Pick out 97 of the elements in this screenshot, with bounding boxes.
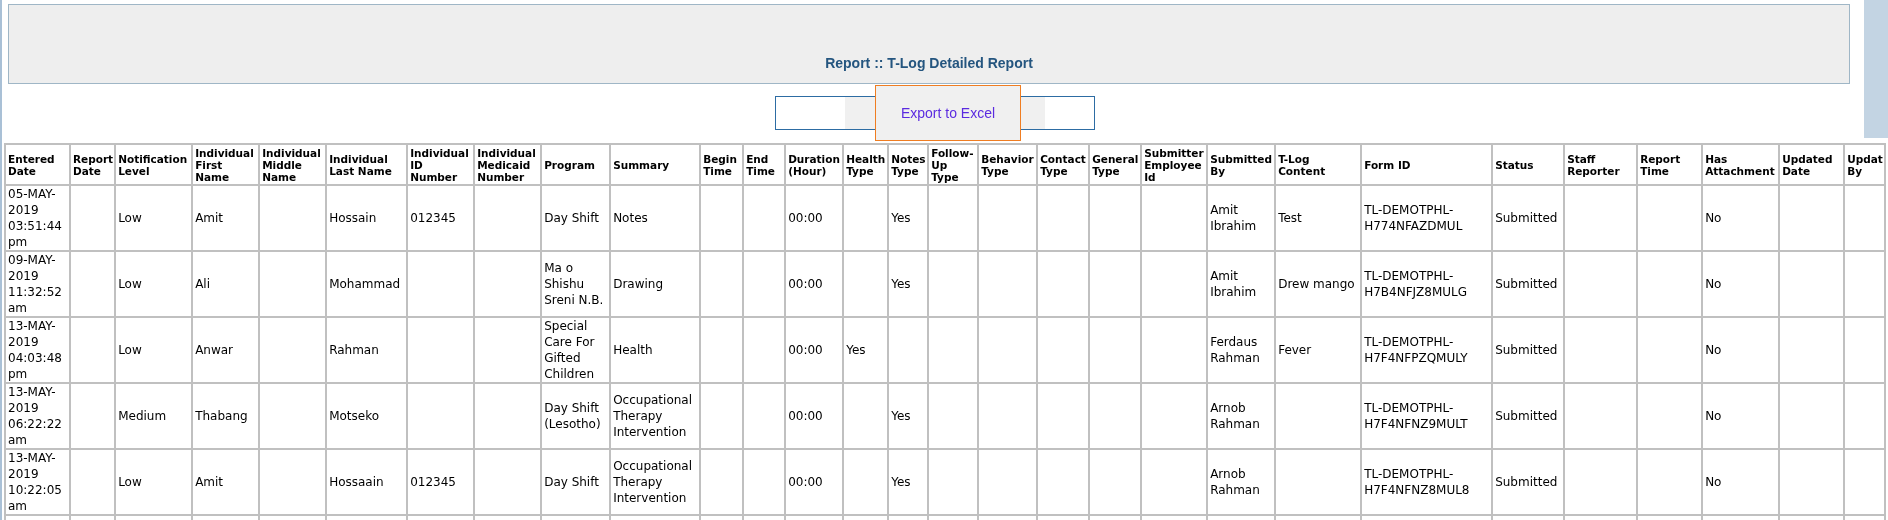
table-cell: 09-MAY-2019 11:32:52 am [8,253,62,315]
table-cell: Drew mango [1278,277,1355,291]
table-cell: Rahman [329,343,379,357]
table-cell: Medium [118,409,167,423]
report-title: Report :: T-Log Detailed Report [825,55,1033,71]
table-cell: Yes [891,475,911,489]
table-cell: Low [118,277,142,291]
table-cell: Amit [195,211,224,225]
table-cell: Submitted [1495,475,1558,489]
table-cell: 05-MAY-2019 03:51:44 pm [8,187,62,249]
table-cell: 13-MAY-2019 10:22:05 am [8,451,62,513]
column-header: Report Date [70,144,116,185]
table-cell: Motseko [329,409,380,423]
column-header: Begin Time [700,144,744,185]
scrollbar[interactable] [1864,0,1888,138]
table-cell: Special Care For Gifted Children [544,319,595,381]
table-cell: Day Shift [544,475,599,489]
table-cell: Yes [891,409,911,423]
table-cell: Low [118,343,142,357]
table-cell: Thabang [195,409,248,423]
table-cell: Occupational Therapy Intervention [613,459,693,505]
table-cell: TL-DEMOTPHL-H7F4NFPZQMULY [1364,335,1468,365]
table-cell: Test [1278,211,1302,225]
table-cell: Yes [846,343,866,357]
table-cell: Anwar [195,343,234,357]
table-cell: Submitted [1495,277,1558,291]
table-cell: No [1705,277,1722,291]
table-cell: Submitted [1495,211,1558,225]
column-header: Contact Type [1037,144,1090,185]
table-cell: No [1705,211,1722,225]
table-cell: Yes [891,211,911,225]
table-cell: Low [118,211,142,225]
table-cell: 00:00 [788,211,823,225]
table-cell: TL-DEMOTPHL-H774NFAZDMUL [1364,203,1463,233]
column-header: Updated Date [1779,144,1845,185]
table-cell: Submitted [1495,343,1558,357]
column-header: Individual Medicaid Number [474,144,542,185]
table-cell: Amit [195,475,224,489]
column-header: Report Time [1637,144,1703,185]
column-header: Health Type [843,144,889,185]
table-cell: Ferdaus Rahman [1210,335,1260,365]
column-header: End Time [743,144,786,185]
table-cell: Mohammad [329,277,401,291]
column-header: Behavior Type [978,144,1038,185]
table-cell: Hossaain [329,475,384,489]
column-header: Staff Reporter [1564,144,1638,185]
column-header: Summary [610,144,701,185]
column-header: T-Log Content [1275,144,1362,185]
export-button[interactable]: Export to Excel [875,85,1021,141]
table-cell: Amit Ibrahim [1210,203,1257,233]
table-cell: TL-DEMOTPHL-H7F4NFNZ8MUL8 [1364,467,1470,497]
column-header: Has Attachment [1702,144,1780,185]
table-cell: 012345 [410,475,456,489]
table-cell: Submitted [1495,409,1558,423]
table-cell: 13-MAY-2019 04:03:48 pm [8,319,62,381]
column-header: Program [541,144,611,185]
table-cell: Ma o Shishu Sreni N.B. [544,261,604,307]
column-header: Submitter Employee Id [1141,144,1208,185]
table-cell: No [1705,343,1722,357]
column-header: Updat By [1844,144,1885,185]
table-cell: TL-DEMOTPHL-H7F4NFNZ9MULT [1364,401,1468,431]
column-header: Individual First Name [192,144,260,185]
table-cell: Health [613,343,653,357]
table-cell: Yes [891,277,911,291]
table-cell: Day Shift (Lesotho) [544,401,601,431]
table-cell: 00:00 [788,409,823,423]
column-header: Individual Middle Name [259,144,327,185]
table-cell: Occupational Therapy Intervention [613,393,693,439]
column-header: Submitted By [1207,144,1276,185]
table-cell: Amit Ibrahim [1210,269,1257,299]
table-cell: Arnob Rahman [1210,401,1260,431]
column-header: Notification Level [115,144,193,185]
column-header: Individual ID Number [407,144,475,185]
table-cell: No [1705,475,1722,489]
table-cell: Low [118,475,142,489]
table-cell: 00:00 [788,277,823,291]
column-header: Status [1492,144,1565,185]
column-header: Entered Date [5,144,70,185]
table-cell: 13-MAY-2019 06:22:22 am [8,385,62,447]
table-cell: Arnob Rahman [1210,467,1260,497]
table-cell: Hossain [329,211,377,225]
table-cell: 012345 [410,211,456,225]
table-cell: 00:00 [788,343,823,357]
table-cell: Fever [1278,343,1312,357]
table-cell: Day Shift [544,211,599,225]
column-header: Individual Last Name [326,144,408,185]
column-header: General Type [1089,144,1142,185]
column-header: Duration (Hour) [785,144,844,185]
table-cell: No [1705,409,1722,423]
table-cell: TL-DEMOTPHL-H7B4NFJZ8MULG [1364,269,1468,299]
table-cell: Notes [613,211,648,225]
table-cell: 00:00 [788,475,823,489]
column-header: Notes Type [888,144,929,185]
table-cell: Drawing [613,277,664,291]
column-header: Form ID [1361,144,1493,185]
column-header: Follow-Up Type [928,144,979,185]
table-cell: Ali [195,277,211,291]
